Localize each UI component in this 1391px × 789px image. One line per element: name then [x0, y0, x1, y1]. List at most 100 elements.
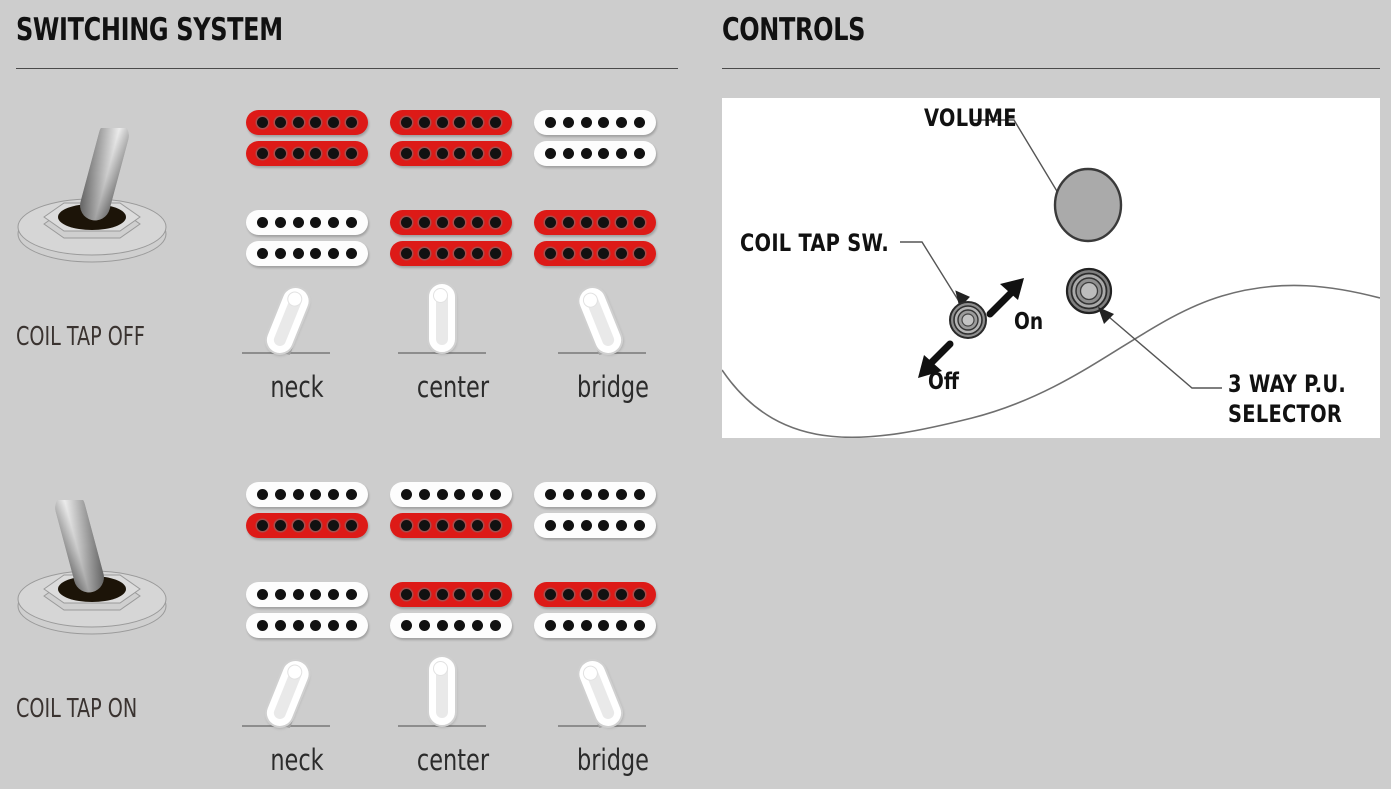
pole-piece — [454, 489, 466, 500]
lever-switch-bridge-on[interactable]: bridge — [538, 655, 688, 777]
pole-piece — [633, 520, 645, 531]
pole-piece — [616, 489, 628, 500]
lever-cap — [262, 284, 313, 357]
coil-tap-on-toggle[interactable] — [14, 492, 184, 650]
pickup-selector-callout-line2: SELECTOR — [1228, 400, 1343, 428]
pole-piece — [345, 217, 357, 228]
pole-piece — [454, 620, 466, 631]
pole-piece — [292, 520, 304, 531]
pole-piece — [545, 248, 556, 259]
pole-piece — [545, 620, 556, 631]
pole-piece — [418, 117, 430, 128]
lever-switch-neck-on[interactable]: neck — [222, 655, 372, 777]
coil-inactive — [246, 582, 368, 607]
coil-active — [534, 241, 656, 266]
pole-piece — [633, 489, 645, 500]
coil-inactive — [534, 513, 656, 538]
toggle-switch-off-icon — [17, 120, 167, 263]
pole-piece — [598, 148, 610, 159]
coil-tap-off-direction-label: Off — [928, 369, 959, 395]
pole-piece — [257, 248, 268, 259]
pole-piece — [598, 589, 610, 600]
pole-piece — [292, 148, 304, 159]
pole-piece — [598, 620, 610, 631]
lever-label-center: center — [416, 743, 490, 777]
coil-inactive — [246, 482, 368, 507]
controls-title: CONTROLS — [722, 12, 866, 48]
lever-switch-center-on[interactable]: center — [378, 655, 528, 777]
coil-tap-sw-leader-line — [900, 241, 970, 308]
pole-piece — [328, 489, 340, 500]
switching-system-diagram: SWITCHING SYSTEM CONTROLS COIL TAP OFF n… — [0, 0, 1391, 789]
coil-tap-off-toggle[interactable] — [14, 120, 184, 278]
volume-knob[interactable] — [1053, 167, 1123, 243]
pickup-selector-knob[interactable] — [1065, 267, 1113, 315]
lever-label-bridge: bridge — [576, 370, 649, 404]
pole-piece — [436, 620, 448, 631]
pole-piece — [436, 520, 448, 531]
pole-piece — [489, 217, 501, 228]
controls-rule — [722, 68, 1380, 69]
pole-piece — [310, 117, 322, 128]
pole-piece — [472, 217, 484, 228]
pole-piece — [454, 117, 466, 128]
lever-switch-neck-off[interactable]: neck — [222, 282, 372, 404]
pole-piece — [616, 117, 628, 128]
pole-piece — [562, 248, 574, 259]
lever-switch-bridge-off[interactable]: bridge — [538, 282, 688, 404]
pole-piece — [274, 520, 286, 531]
coil-active — [246, 141, 368, 166]
coil-tap-off-label: COIL TAP OFF — [16, 322, 145, 352]
pole-piece — [580, 117, 592, 128]
coil-inactive — [534, 141, 656, 166]
lever-label-neck: neck — [270, 370, 324, 404]
pole-piece — [328, 620, 340, 631]
pole-piece — [436, 148, 448, 159]
pole-piece — [310, 248, 322, 259]
pole-piece — [274, 589, 286, 600]
pole-piece — [562, 117, 574, 128]
pole-piece — [310, 148, 322, 159]
pole-piece — [257, 489, 268, 500]
pole-piece — [562, 217, 574, 228]
pole-piece — [328, 148, 340, 159]
coil-tap-sw-knob[interactable] — [949, 301, 987, 339]
pole-piece — [598, 248, 610, 259]
lever-cap — [429, 657, 455, 725]
pole-piece — [401, 520, 412, 531]
pole-piece — [292, 620, 304, 631]
pole-piece — [580, 520, 592, 531]
pole-piece — [616, 520, 628, 531]
pole-piece — [616, 248, 628, 259]
pole-piece — [616, 589, 628, 600]
pole-piece — [454, 248, 466, 259]
coil-active — [534, 582, 656, 607]
pole-piece — [401, 248, 412, 259]
pole-piece — [436, 589, 448, 600]
pole-piece — [345, 520, 357, 531]
lever-cap — [575, 284, 626, 357]
pole-piece — [472, 589, 484, 600]
pole-piece — [436, 117, 448, 128]
pole-piece — [418, 248, 430, 259]
pole-piece — [328, 217, 340, 228]
pole-piece — [257, 620, 268, 631]
pole-piece — [562, 489, 574, 500]
pole-piece — [562, 589, 574, 600]
pole-piece — [401, 589, 412, 600]
pole-piece — [489, 489, 501, 500]
pole-piece — [545, 489, 556, 500]
lever-switch-center-off[interactable]: center — [378, 282, 528, 404]
pole-piece — [401, 148, 412, 159]
coil-inactive — [390, 613, 512, 638]
lever-label-neck: neck — [270, 743, 324, 777]
coil-active — [390, 513, 512, 538]
pole-piece — [472, 117, 484, 128]
pole-piece — [562, 148, 574, 159]
pole-piece — [274, 117, 286, 128]
pole-piece — [489, 148, 501, 159]
pole-piece — [345, 620, 357, 631]
pole-piece — [345, 148, 357, 159]
pole-piece — [436, 217, 448, 228]
pole-piece — [489, 117, 501, 128]
